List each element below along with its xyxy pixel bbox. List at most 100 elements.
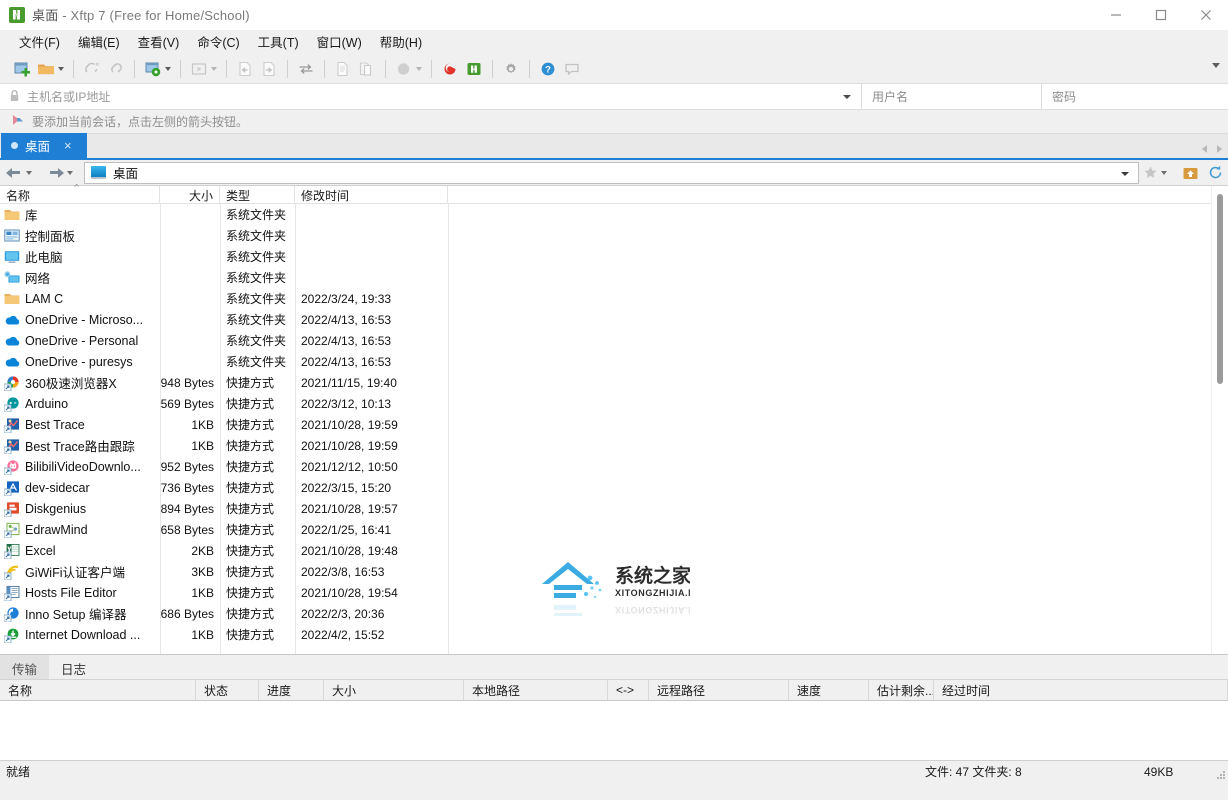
shortcut-excel-icon [3, 543, 20, 559]
table-row[interactable]: LAM C 系统文件夹 2022/3/24, 19:33 [0, 288, 1211, 309]
forward-dropdown-icon[interactable] [67, 170, 73, 175]
table-row[interactable]: EdrawMind 658 Bytes 快捷方式 2022/1/25, 16:41 [0, 519, 1211, 540]
table-row[interactable]: dev-sidecar 736 Bytes 快捷方式 2022/3/15, 15:20 [0, 477, 1211, 498]
table-row[interactable]: 360极速浏览器X 948 Bytes 快捷方式 2021/11/15, 19:40 [0, 372, 1211, 393]
file-type-cell: 快捷方式 [226, 628, 275, 642]
file-name-text: Best Trace路由跟踪 [25, 440, 135, 454]
back-arrow-icon [6, 166, 23, 180]
file-name-cell: OneDrive - Personal [0, 333, 160, 349]
back-dropdown-icon[interactable] [26, 170, 32, 175]
window-title: 桌面 - Xftp 7 (Free for Home/School) [32, 5, 250, 24]
column-header-size[interactable]: 大小 [160, 186, 220, 203]
menu-help[interactable]: 帮助(H) [371, 29, 431, 54]
transfer-column-header[interactable]: 进度 [259, 680, 324, 700]
file-type-cell: 快捷方式 [226, 397, 275, 411]
minimize-button[interactable] [1093, 0, 1138, 30]
file-list-scrollbar[interactable] [1211, 186, 1228, 654]
table-row[interactable]: 此电脑 系统文件夹 [0, 246, 1211, 267]
file-size-cell: 569 Bytes [160, 396, 214, 411]
resize-grip[interactable] [1214, 768, 1226, 780]
table-row[interactable]: Diskgenius 894 Bytes 快捷方式 2021/10/28, 19:57 [0, 498, 1211, 519]
tab-desktop[interactable]: 桌面 × [1, 133, 87, 158]
file-mtime-cell: 2021/10/28, 19:48 [301, 543, 398, 558]
xftp-button[interactable] [462, 57, 486, 81]
menu-command[interactable]: 命令(C) [188, 29, 248, 54]
tab-transfer[interactable]: 传输 [0, 655, 50, 679]
menu-tools[interactable]: 工具(T) [249, 29, 308, 54]
file-name-text: Arduino [25, 396, 69, 411]
username-input[interactable]: 用户名 [862, 84, 1042, 109]
home-folder-button[interactable] [1178, 162, 1203, 184]
password-input[interactable]: 密码 [1042, 84, 1228, 109]
file-mtime-cell: 2022/3/12, 10:13 [301, 396, 392, 411]
transfer-column-header[interactable]: 经过时间 [934, 680, 1228, 700]
table-row[interactable]: OneDrive - Personal 系统文件夹 2022/4/13, 16:53 [0, 330, 1211, 351]
table-row[interactable]: Best Trace路由跟踪 1KB 快捷方式 2021/10/28, 19:59 [0, 435, 1211, 456]
tab-log[interactable]: 日志 [49, 655, 98, 679]
file-name-cell: 此电脑 [0, 247, 160, 266]
file-type-cell: 系统文件夹 [226, 313, 287, 327]
toolbar-separator [385, 59, 386, 78]
column-header-name[interactable]: 名称 ⌃ [0, 183, 160, 203]
tab-close-icon[interactable]: × [64, 139, 72, 152]
transfer-column-header[interactable]: 远程路径 [649, 680, 789, 700]
column-header-mtime[interactable]: 修改时间 [295, 186, 448, 203]
table-row[interactable]: OneDrive - puresys 系统文件夹 2022/4/13, 16:53 [0, 351, 1211, 372]
back-button[interactable] [0, 166, 41, 180]
menu-file[interactable]: 文件(F) [10, 29, 69, 54]
column-header-type[interactable]: 类型 [220, 186, 295, 203]
toolbar-overflow-icon[interactable] [1212, 63, 1220, 68]
table-row[interactable]: BilibiliVideoDownlo... 952 Bytes 快捷方式 2021/… [0, 456, 1211, 477]
maximize-button[interactable] [1138, 0, 1183, 30]
transfer-column-header[interactable]: 名称 [0, 680, 196, 700]
favorites-button[interactable] [1139, 162, 1178, 184]
table-row[interactable]: 库 系统文件夹 [0, 204, 1211, 225]
menu-view[interactable]: 查看(V) [129, 29, 189, 54]
table-row[interactable]: Arduino 569 Bytes 快捷方式 2022/3/12, 10:13 [0, 393, 1211, 414]
file-name-text: Inno Setup 编译器 [25, 608, 127, 622]
session-settings-caret-icon[interactable] [165, 66, 171, 71]
transfer-column-header[interactable]: 大小 [324, 680, 464, 700]
table-row[interactable]: Internet Download ... 1KB 快捷方式 2022/4/2, 15… [0, 624, 1211, 645]
file-type-cell: 系统文件夹 [226, 229, 287, 243]
open-folder-button[interactable] [34, 57, 67, 81]
host-input[interactable]: 主机名或IP地址 [0, 84, 862, 109]
table-row[interactable]: 网络 系统文件夹 [0, 267, 1211, 288]
table-row[interactable]: 控制面板 系统文件夹 [0, 225, 1211, 246]
scroll-right-icon[interactable] [1217, 145, 1222, 153]
scroll-left-icon[interactable] [1202, 145, 1207, 153]
transfer-column-header[interactable]: 状态 [196, 680, 259, 700]
circle-caret-icon [416, 66, 422, 71]
sync-button[interactable] [294, 57, 318, 81]
xshell-button[interactable] [438, 57, 462, 81]
forward-button[interactable] [41, 166, 82, 180]
scrollbar-thumb[interactable] [1217, 194, 1223, 384]
onedrive-icon [4, 312, 20, 328]
transfer-column-header[interactable]: <-> [608, 680, 649, 700]
transfer-list-body[interactable] [0, 701, 1228, 760]
file-list-pane[interactable]: 名称 ⌃ 大小 类型 修改时间 库系统文件夹 控制面板 系统文件夹 此电脑 系统文件夹网… [0, 183, 1211, 654]
table-row[interactable]: Best Trace 1KB 快捷方式 2021/10/28, 19:59 [0, 414, 1211, 435]
open-folder-caret-icon[interactable] [58, 66, 64, 71]
help-button[interactable]: ? [536, 57, 560, 81]
run-caret-icon [211, 66, 217, 71]
transfer-column-header[interactable]: 估计剩余... [869, 680, 934, 700]
menu-window[interactable]: 窗口(W) [308, 29, 371, 54]
transfer-column-header[interactable]: 本地路径 [464, 680, 608, 700]
menu-edit[interactable]: 编辑(E) [69, 29, 129, 54]
file-mtime-cell: 2022/3/8, 16:53 [301, 564, 385, 579]
host-chevron-down-icon[interactable] [843, 95, 851, 99]
close-button[interactable] [1183, 0, 1228, 30]
transfer-column-header[interactable]: 速度 [789, 680, 869, 700]
file-name-cell: LAM C [0, 291, 160, 307]
favorites-dropdown-icon[interactable] [1161, 170, 1167, 175]
path-chevron-down-icon[interactable] [1121, 171, 1129, 176]
path-input[interactable]: 桌面 [84, 161, 1139, 184]
refresh-button[interactable] [1203, 162, 1228, 184]
file-size-cell: 948 Bytes [160, 375, 214, 390]
table-row[interactable]: OneDrive - Microso... 系统文件夹 2022/4/13, 16:… [0, 309, 1211, 330]
session-settings-button[interactable] [141, 57, 174, 81]
options-gear-button[interactable] [499, 57, 523, 81]
new-session-button[interactable] [10, 57, 34, 81]
file-name-cell: Inno Setup 编译器 [0, 604, 160, 623]
